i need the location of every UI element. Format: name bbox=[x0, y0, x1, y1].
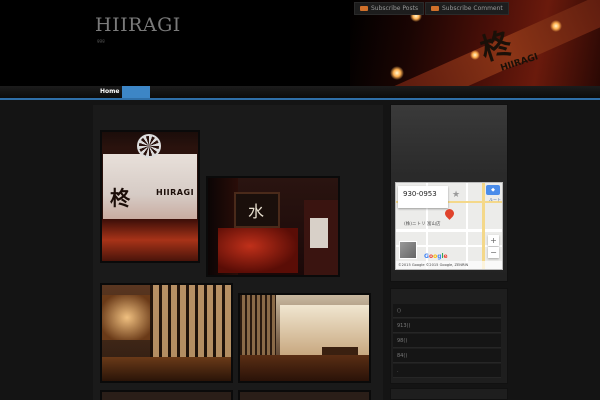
entrance-red-light bbox=[218, 228, 298, 273]
sign-kanji: 柊 bbox=[110, 186, 130, 210]
sidebar-list-item[interactable]: 84() bbox=[393, 349, 501, 363]
nav-divider bbox=[0, 98, 600, 100]
entrance-sign bbox=[310, 218, 328, 248]
nav-item-home[interactable]: Home bbox=[95, 86, 124, 98]
zoom-out-button[interactable]: − bbox=[488, 247, 499, 258]
bottle-shelf bbox=[102, 219, 198, 261]
map-info-card[interactable]: 930-0953 bbox=[398, 186, 448, 208]
site-description: ggg bbox=[97, 38, 105, 43]
room-floor bbox=[240, 355, 369, 381]
sidebar-list-item[interactable]: 98() bbox=[393, 334, 501, 348]
banner-lamp bbox=[390, 66, 404, 80]
subscribe-posts-label: Subscribe Posts bbox=[371, 5, 419, 12]
postal-code: 930-0953 bbox=[403, 190, 437, 198]
subscribe-comment-label: Subscribe Comment bbox=[442, 5, 503, 12]
map-pin-icon[interactable] bbox=[445, 209, 454, 222]
rss-icon bbox=[431, 6, 439, 11]
map-major-road bbox=[482, 183, 485, 269]
entrance-artwork bbox=[234, 192, 280, 228]
map-attribution: ©2015 Google ©2015 Google, ZENRIN bbox=[396, 261, 502, 269]
rss-icon bbox=[360, 6, 368, 11]
photo-partial[interactable] bbox=[238, 390, 371, 400]
satellite-toggle[interactable] bbox=[399, 241, 417, 259]
zoom-in-button[interactable]: + bbox=[488, 235, 499, 246]
sign-latin: HIIRAGI bbox=[156, 188, 195, 197]
photo-entrance[interactable] bbox=[206, 176, 340, 277]
sidebar-list-item[interactable]: . bbox=[393, 364, 501, 378]
family-crest-icon bbox=[137, 134, 161, 158]
interior-floor bbox=[102, 357, 231, 381]
photo-interior-lattice[interactable] bbox=[100, 283, 233, 383]
subscribe-comment-button[interactable]: Subscribe Comment bbox=[425, 2, 509, 15]
map-road bbox=[466, 183, 468, 269]
directions-icon[interactable]: ◆ bbox=[486, 185, 500, 195]
banner-lamp bbox=[470, 50, 480, 60]
map-road bbox=[396, 229, 502, 232]
sidebar-list-item[interactable]: () bbox=[393, 304, 501, 318]
photo-partial[interactable] bbox=[100, 390, 233, 400]
main-navigation: Home bbox=[0, 86, 600, 98]
embedded-map[interactable]: 930-0953 ★ ◆ ルート (株)ニトリ 富山店 + − Google ©… bbox=[395, 182, 503, 270]
nav-active-tab[interactable] bbox=[122, 86, 150, 98]
sidebar-widget bbox=[390, 388, 508, 400]
sidebar-list-item[interactable]: 913() bbox=[393, 319, 501, 333]
site-title[interactable]: HIIRAGI bbox=[95, 14, 181, 36]
site-header: 柊 HIIRAGI HIIRAGI ggg Subscribe Posts Su… bbox=[0, 0, 600, 86]
banner-lamp bbox=[550, 20, 562, 32]
photo-signboard[interactable]: 柊 HIIRAGI bbox=[100, 130, 200, 263]
google-logo: Google bbox=[424, 253, 448, 260]
map-place-label: (株)ニトリ 富山店 bbox=[404, 222, 441, 227]
photo-interior-room[interactable] bbox=[238, 293, 371, 383]
directions-label[interactable]: ルート bbox=[489, 197, 501, 203]
save-star-icon[interactable]: ★ bbox=[452, 190, 460, 200]
subscribe-posts-button[interactable]: Subscribe Posts bbox=[354, 2, 425, 15]
interior-glow bbox=[102, 295, 152, 340]
